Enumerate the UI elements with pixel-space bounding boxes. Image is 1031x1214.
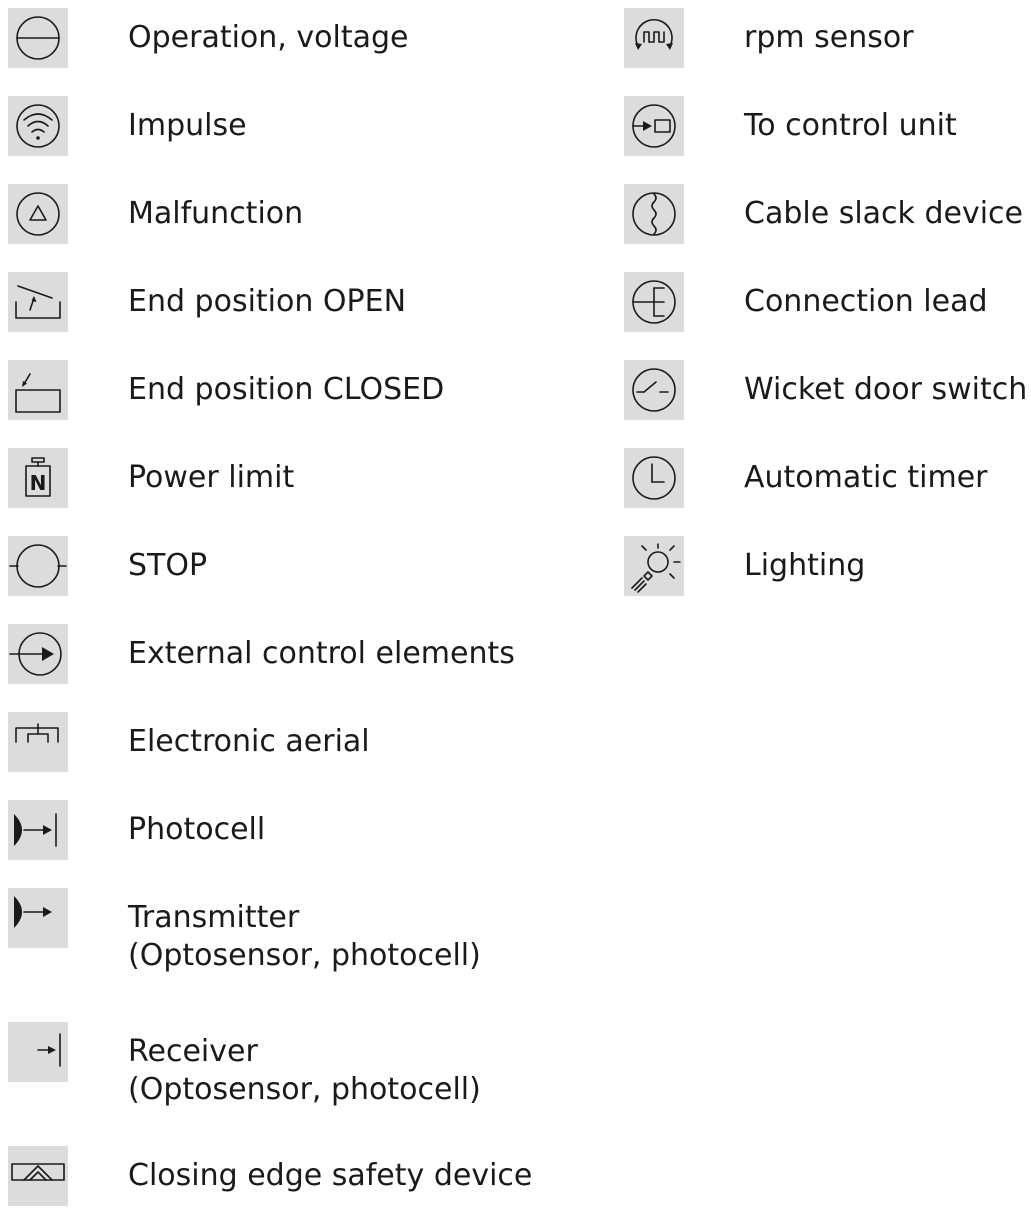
connection-lead-icon bbox=[624, 272, 684, 332]
end-position-closed-icon bbox=[8, 360, 68, 420]
legend-label: End position CLOSED bbox=[128, 372, 445, 407]
legend-label: Cable slack device bbox=[744, 196, 1023, 231]
receiver-icon bbox=[8, 1022, 68, 1082]
legend-label: STOP bbox=[128, 548, 208, 583]
legend-label: Lighting bbox=[744, 548, 866, 583]
legend-label: Photocell bbox=[128, 812, 266, 847]
closing-edge-safety-device-icon bbox=[8, 1146, 68, 1206]
lighting-icon bbox=[624, 536, 684, 596]
wicket-door-switch-icon bbox=[624, 360, 684, 420]
photocell-icon bbox=[8, 800, 68, 860]
legend-label: External control elements bbox=[128, 636, 515, 671]
legend-label: Power limit bbox=[128, 460, 295, 495]
legend-label: Receiver (Optosensor, photocell) bbox=[128, 1033, 481, 1109]
legend-label: Closing edge safety device bbox=[128, 1158, 533, 1193]
symbol-legend: Operation, voltage Impulse Malfunction E… bbox=[0, 0, 1031, 1214]
external-control-elements-icon bbox=[8, 624, 68, 684]
stop-icon bbox=[8, 536, 68, 596]
legend-label-line-1: Receiver bbox=[128, 1034, 258, 1069]
operation-voltage-icon bbox=[8, 8, 68, 68]
impulse-icon bbox=[8, 96, 68, 156]
legend-label: To control unit bbox=[744, 108, 957, 143]
to-control-unit-icon bbox=[624, 96, 684, 156]
malfunction-icon bbox=[8, 184, 68, 244]
legend-label: rpm sensor bbox=[744, 20, 914, 55]
automatic-timer-icon bbox=[624, 448, 684, 508]
power-limit-icon: N bbox=[8, 448, 68, 508]
electronic-aerial-icon bbox=[8, 712, 68, 772]
legend-label: End position OPEN bbox=[128, 284, 407, 319]
legend-label: Impulse bbox=[128, 108, 247, 143]
legend-label-line-1: Transmitter bbox=[128, 900, 300, 935]
legend-label: Operation, voltage bbox=[128, 20, 409, 55]
end-position-open-icon bbox=[8, 272, 68, 332]
legend-label: Transmitter (Optosensor, photocell) bbox=[128, 899, 481, 975]
legend-label-line-2: (Optosensor, photocell) bbox=[128, 938, 481, 973]
transmitter-icon bbox=[8, 888, 68, 948]
power-limit-icon-letter: N bbox=[30, 471, 47, 495]
legend-label: Electronic aerial bbox=[128, 724, 370, 759]
legend-label: Wicket door switch bbox=[744, 372, 1028, 407]
legend-label: Connection lead bbox=[744, 284, 988, 319]
legend-label: Automatic timer bbox=[744, 460, 988, 495]
cable-slack-device-icon bbox=[624, 184, 684, 244]
rpm-sensor-icon bbox=[624, 8, 684, 68]
legend-label: Malfunction bbox=[128, 196, 304, 231]
legend-label-line-2: (Optosensor, photocell) bbox=[128, 1072, 481, 1107]
